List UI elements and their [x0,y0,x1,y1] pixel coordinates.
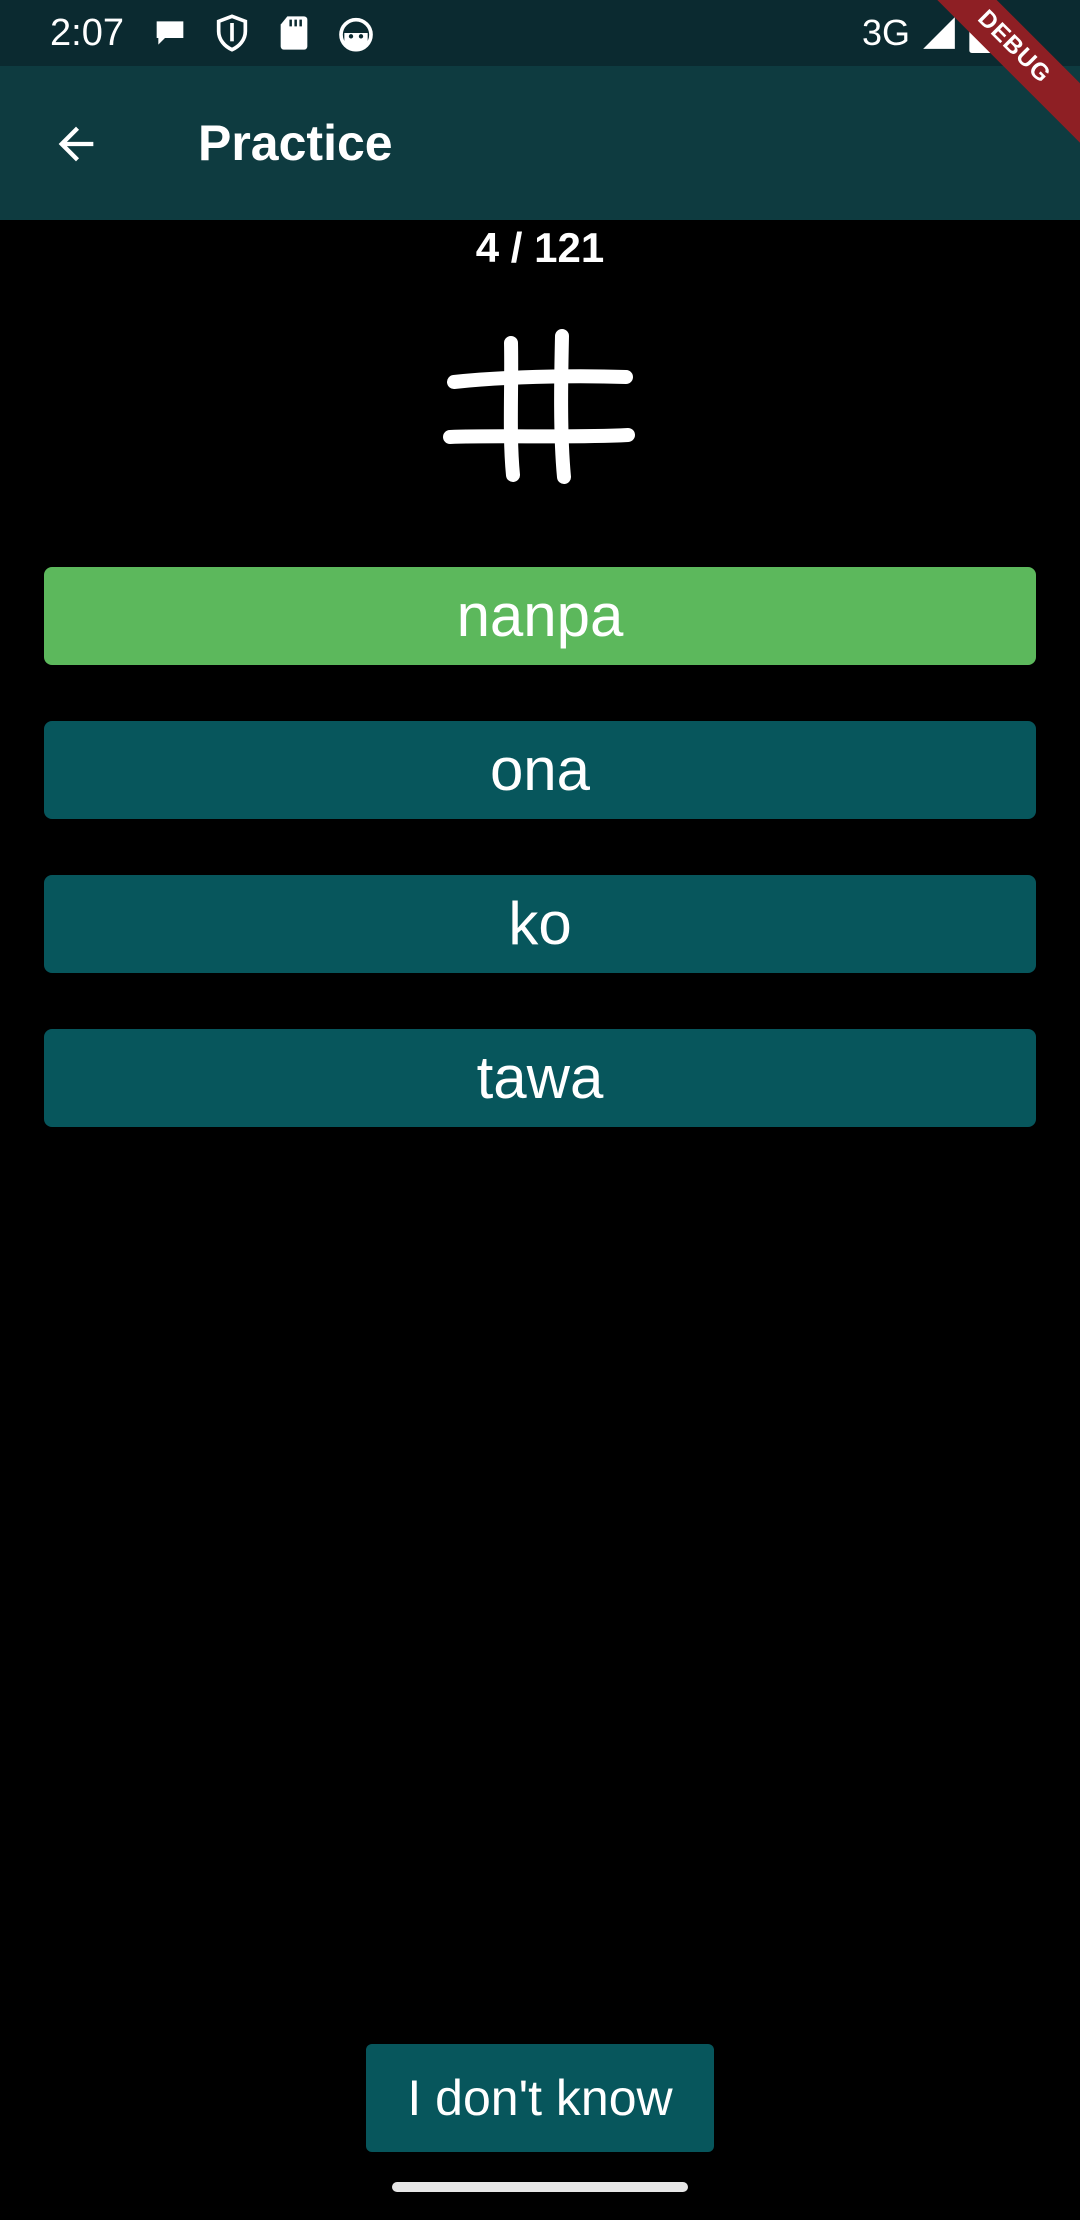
option-button-2[interactable]: ko [44,875,1036,973]
status-icons-left [150,13,376,53]
arrow-back-icon [58,126,94,162]
chat-bubble-icon [156,21,184,45]
status-bar: 2:07 3G [0,0,1080,66]
dont-know-button[interactable]: I don't know [366,2044,714,2152]
nanpa-glyph-icon [443,329,635,484]
gesture-nav-bar[interactable] [392,2182,688,2192]
shield-icon [216,14,248,52]
debug-banner: DEBUG [920,0,1080,160]
option-button-1[interactable]: ona [44,721,1036,819]
status-time: 2:07 [50,12,124,54]
option-button-0[interactable]: nanpa [44,567,1036,665]
practice-screen: 2:07 3G DEBUG Practice 4 / 121 nanpa ona… [0,0,1080,2220]
debug-banner-label: DEBUG [920,0,1080,154]
option-button-3[interactable]: tawa [44,1029,1036,1127]
sd-card-icon [280,16,308,50]
page-title: Practice [198,115,393,171]
back-button[interactable] [40,108,112,180]
network-type: 3G [861,12,910,53]
app-bar: Practice [0,66,1080,220]
android-head-icon [339,17,373,52]
answer-options: nanpa ona ko tawa [44,567,1036,1183]
progress-counter: 4 / 121 [475,224,605,271]
